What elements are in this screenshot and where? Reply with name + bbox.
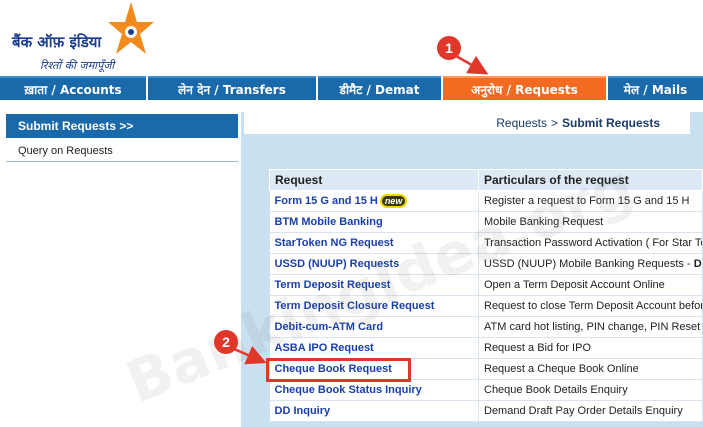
request-link-btm-mobile-banking[interactable]: BTM Mobile Banking xyxy=(269,211,479,233)
request-particulars: Transaction Password Activation ( For St… xyxy=(478,232,703,254)
table-row: StarToken NG Request Transaction Passwor… xyxy=(269,232,703,254)
request-particulars: USSD (NUUP) Mobile Banking Requests - Do… xyxy=(478,253,703,275)
request-link-dd-inquiry[interactable]: DD Inquiry xyxy=(269,400,479,422)
request-link-ussd-nuup[interactable]: USSD (NUUP) Requests xyxy=(269,253,479,275)
request-particulars: Cheque Book Details Enquiry xyxy=(478,379,703,401)
header-particulars: Particulars of the request xyxy=(478,169,703,191)
request-particulars: Request a Cheque Book Online xyxy=(478,358,703,380)
highlight-box xyxy=(266,358,411,382)
header-request: Request xyxy=(269,169,479,191)
breadcrumb-parent[interactable]: Requests xyxy=(496,116,547,130)
arrow-1 xyxy=(455,54,489,75)
new-badge-icon: new xyxy=(381,196,406,207)
sidebar: Submit Requests >> Query on Requests xyxy=(6,114,238,162)
step-marker-1: 1 xyxy=(437,36,461,60)
table-header-row: Request Particulars of the request xyxy=(269,169,703,191)
star-logo-icon xyxy=(108,2,154,54)
request-link-cheque-book-status[interactable]: Cheque Book Status Inquiry xyxy=(269,379,479,401)
request-link-term-deposit[interactable]: Term Deposit Request xyxy=(269,274,479,296)
breadcrumb-current: Submit Requests xyxy=(561,116,660,130)
main-nav: ख़ाता / Accounts लेन देन / Transfers डीम… xyxy=(0,76,703,100)
request-particulars: Mobile Banking Request xyxy=(478,211,703,233)
request-particulars: ATM card hot listing, PIN change, PIN Re… xyxy=(478,316,703,338)
table-row: DD Inquiry Demand Draft Pay Order Detail… xyxy=(269,400,703,422)
bank-name: बैंक ऑफ़ इंडिया xyxy=(12,33,102,51)
request-link-debit-atm-card[interactable]: Debit-cum-ATM Card xyxy=(269,316,479,338)
sidebar-item-query-requests[interactable]: Query on Requests xyxy=(6,140,238,162)
tab-transfers[interactable]: लेन देन / Transfers xyxy=(148,76,316,100)
requests-table: Request Particulars of the request Form … xyxy=(269,169,703,422)
tab-demat[interactable]: डीमैट / Demat xyxy=(318,76,441,100)
tab-requests[interactable]: अनुरोध / Requests xyxy=(443,76,606,100)
request-particulars: Open a Term Deposit Account Online xyxy=(478,274,703,296)
request-link-term-deposit-closure[interactable]: Term Deposit Closure Request xyxy=(269,295,479,317)
breadcrumb-separator: > xyxy=(550,116,558,130)
step-marker-2: 2 xyxy=(214,330,238,354)
table-row: Term Deposit Closure Request Request to … xyxy=(269,295,703,317)
request-particulars: Register a request to Form 15 G and 15 H xyxy=(478,190,703,212)
request-link-startoken-ng[interactable]: StarToken NG Request xyxy=(269,232,479,254)
sidebar-item-submit-requests[interactable]: Submit Requests >> xyxy=(6,114,238,138)
table-row: Cheque Book Status Inquiry Cheque Book D… xyxy=(269,379,703,401)
bank-tagline: रिश्तों की जमापूँजी xyxy=(40,59,115,72)
tab-mails[interactable]: मेल / Mails xyxy=(608,76,703,100)
table-row: Debit-cum-ATM Card ATM card hot listing,… xyxy=(269,316,703,338)
request-particulars: Request to close Term Deposit Account be… xyxy=(478,295,703,317)
tab-accounts[interactable]: ख़ाता / Accounts xyxy=(0,76,146,100)
table-row: ASBA IPO Request Request a Bid for IPO xyxy=(269,337,703,359)
request-link-asba-ipo[interactable]: ASBA IPO Request xyxy=(269,337,479,359)
request-particulars: Demand Draft Pay Order Details Enquiry xyxy=(478,400,703,422)
bank-logo: बैंक ऑफ़ इंडिया रिश्तों की जमापूँजी xyxy=(10,2,160,74)
table-row: Form 15 G and 15 Hnew Register a request… xyxy=(269,190,703,212)
breadcrumb: Requests > Submit Requests xyxy=(244,112,690,134)
request-link-form-15g-15h[interactable]: Form 15 G and 15 Hnew xyxy=(269,190,479,212)
table-row: USSD (NUUP) Requests USSD (NUUP) Mobile … xyxy=(269,253,703,275)
table-row: BTM Mobile Banking Mobile Banking Reques… xyxy=(269,211,703,233)
request-particulars: Request a Bid for IPO xyxy=(478,337,703,359)
table-row: Term Deposit Request Open a Term Deposit… xyxy=(269,274,703,296)
